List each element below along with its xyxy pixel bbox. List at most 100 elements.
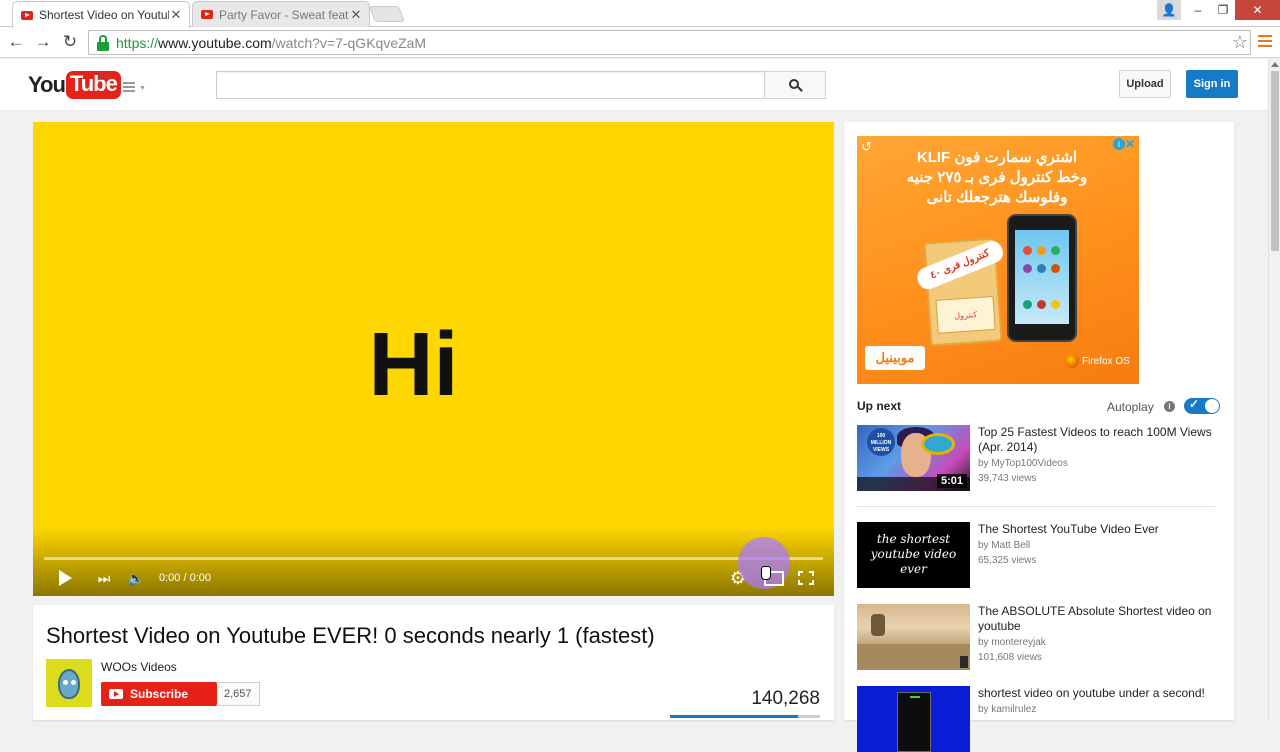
logo-tube-text: Tube: [65, 71, 121, 99]
recommendation-views: 101,608 views: [978, 652, 1042, 663]
ad-os-label: Firefox OS: [1065, 354, 1130, 368]
browser-toolbar: ← → ↻ https:// www.youtube.com /watch?v=…: [0, 27, 1280, 58]
url-scheme: https://: [116, 34, 159, 51]
video-duration: 5:01: [936, 474, 967, 488]
watch-sidebar: ↺ i ✕ اشتري سمارت فون KLIF وخط كنترول فر…: [844, 122, 1234, 752]
back-arrow-icon[interactable]: ←: [4, 31, 28, 53]
ad-sim-card: كنترول: [935, 295, 996, 334]
recommendation-title[interactable]: The ABSOLUTE Absolute Shortest video on …: [978, 604, 1222, 634]
firefox-icon: [1065, 354, 1079, 368]
channel-name[interactable]: WOOs Videos: [101, 660, 177, 674]
play-icon[interactable]: [57, 568, 73, 588]
ad-phone-image: [1007, 214, 1077, 342]
page-scrollbar[interactable]: [1268, 59, 1280, 720]
time-display: 0:00 / 0:00: [159, 572, 211, 584]
browser-menu-icon[interactable]: [1258, 35, 1272, 49]
ad-os-text: Firefox OS: [1082, 355, 1130, 367]
bookmark-star-icon[interactable]: ☆: [1232, 32, 1248, 53]
video-thumbnail[interactable]: [857, 686, 970, 752]
video-thumbnail[interactable]: 100 MILLION VIEWS 5:01: [857, 425, 970, 491]
info-icon[interactable]: i: [1164, 401, 1175, 412]
new-tab-button[interactable]: [369, 6, 405, 22]
youtube-favicon-icon: [21, 10, 33, 20]
video-thumbnail[interactable]: [857, 604, 970, 670]
reload-icon[interactable]: ↻: [58, 31, 82, 53]
scrollbar-thumb[interactable]: [1271, 71, 1279, 251]
autoplay-toggle[interactable]: ✓: [1184, 397, 1220, 414]
recommendation-title[interactable]: Top 25 Fastest Videos to reach 100M View…: [978, 425, 1222, 455]
guide-menu-icon[interactable]: [123, 82, 135, 94]
recommendation-channel[interactable]: by MyTop100Videos: [978, 458, 1068, 469]
video-info-card: Shortest Video on Youtube EVER! 0 second…: [33, 605, 834, 720]
ad-box-label: كنترول فرى ٤٠: [914, 238, 1006, 293]
url-path: /watch?v=7-qGKqveZaM: [271, 34, 427, 51]
recommendation-title[interactable]: The Shortest YouTube Video Ever: [978, 522, 1222, 537]
recommendation-channel[interactable]: by Matt Bell: [978, 540, 1030, 551]
ad-product-box: كنترول فرى ٤٠ كنترول: [914, 237, 1006, 347]
recommendation-item[interactable]: The ABSOLUTE Absolute Shortest video on …: [857, 604, 1217, 672]
ad-brand-logo: موبينيل: [865, 346, 925, 370]
recommendation-title[interactable]: shortest video on youtube under a second…: [978, 686, 1222, 701]
profile-icon[interactable]: 👤: [1157, 0, 1181, 20]
lock-icon: [96, 34, 110, 51]
ad-close-icon[interactable]: ✕: [1125, 137, 1135, 151]
youtube-favicon-icon: [201, 10, 213, 19]
tab-title: Party Favor - Sweat feat. T: [219, 7, 349, 22]
recommendation-item[interactable]: shortest video on youtube under a second…: [857, 686, 1217, 752]
search-icon: [788, 78, 803, 92]
upload-button[interactable]: Upload: [1119, 70, 1171, 98]
ad-headline-line: وخط كنترول فرى بـ ٢٧٥ جنيه: [906, 169, 1088, 186]
search-input[interactable]: [216, 71, 765, 99]
scroll-up-arrow-icon[interactable]: [1271, 62, 1279, 67]
tab-close-icon[interactable]: ✕: [169, 7, 183, 23]
like-dislike-bar: [670, 715, 820, 718]
browser-tab-inactive[interactable]: Party Favor - Sweat feat. T ✕: [192, 1, 370, 27]
browser-tab-strip: Shortest Video on Youtub ✕ Party Favor -…: [0, 0, 1280, 28]
youtube-masthead: You Tube EG ▼ Upload Sign in: [0, 59, 1268, 111]
recommendation-views: 39,743 views: [978, 473, 1037, 484]
video-thumbnail[interactable]: the shortest youtube video ever: [857, 522, 970, 588]
autoplay-label: Autoplay: [1107, 400, 1154, 414]
recommendation-channel[interactable]: by montereyjak: [978, 637, 1046, 648]
recommendation-channel[interactable]: by kamilrulez: [978, 704, 1036, 715]
volume-icon[interactable]: 🔈: [127, 568, 145, 588]
tab-title: Shortest Video on Youtub: [39, 8, 169, 22]
recommendation-item[interactable]: 100 MILLION VIEWS 5:01 Top 25 Fastest Vi…: [857, 425, 1217, 495]
video-title: Shortest Video on Youtube EVER! 0 second…: [46, 623, 655, 648]
video-frame-text: Hi: [368, 315, 459, 415]
view-count: 140,268: [751, 688, 820, 709]
divider: [857, 506, 1215, 507]
fullscreen-icon[interactable]: [795, 568, 817, 588]
next-icon[interactable]: ⏭: [93, 568, 115, 588]
up-next-label: Up next: [857, 399, 902, 413]
tab-close-icon[interactable]: ✕: [349, 7, 363, 23]
check-icon: ✓: [1189, 397, 1200, 411]
search-button[interactable]: [764, 71, 826, 99]
logo-you-text: You: [28, 72, 66, 97]
ad-headline-line: اشتري سمارت فون KLIF: [916, 149, 1078, 166]
recommendation-item[interactable]: the shortest youtube video ever The Shor…: [857, 522, 1217, 590]
region-label: EG: [98, 72, 112, 82]
ad-headline-line: وفلوسك هترجعلك تانى: [926, 189, 1068, 206]
recommendation-views: 65,325 views: [978, 555, 1037, 566]
minimize-icon[interactable]: –: [1184, 0, 1212, 20]
controls-gradient: [33, 526, 834, 596]
hand-cursor-icon: [761, 566, 771, 580]
forward-arrow-icon[interactable]: →: [31, 31, 55, 53]
display-ad[interactable]: ↺ i ✕ اشتري سمارت فون KLIF وخط كنترول فر…: [857, 136, 1139, 384]
subscribe-label: Subscribe: [130, 687, 189, 701]
ad-replay-icon[interactable]: ↺: [861, 139, 872, 155]
chevron-down-icon[interactable]: ▼: [139, 85, 146, 92]
ad-headline: اشتري سمارت فون KLIF وخط كنترول فرى بـ ٢…: [877, 148, 1117, 208]
progress-bar[interactable]: [44, 557, 823, 560]
window-close-icon[interactable]: ✕: [1235, 0, 1280, 20]
youtube-play-icon: [109, 689, 123, 699]
subscriber-count: 2,657: [217, 682, 260, 706]
address-bar[interactable]: https:// www.youtube.com /watch?v=7-qGKq…: [88, 30, 1251, 55]
subscribe-button[interactable]: Subscribe: [101, 682, 217, 706]
restore-icon[interactable]: ❐: [1209, 0, 1237, 20]
channel-avatar[interactable]: [46, 659, 92, 707]
video-player[interactable]: Hi ⏭ 🔈 0:00 / 0:00 ⚙: [33, 122, 834, 596]
sign-in-button[interactable]: Sign in: [1186, 70, 1238, 98]
browser-tab-active[interactable]: Shortest Video on Youtub ✕: [12, 1, 190, 28]
